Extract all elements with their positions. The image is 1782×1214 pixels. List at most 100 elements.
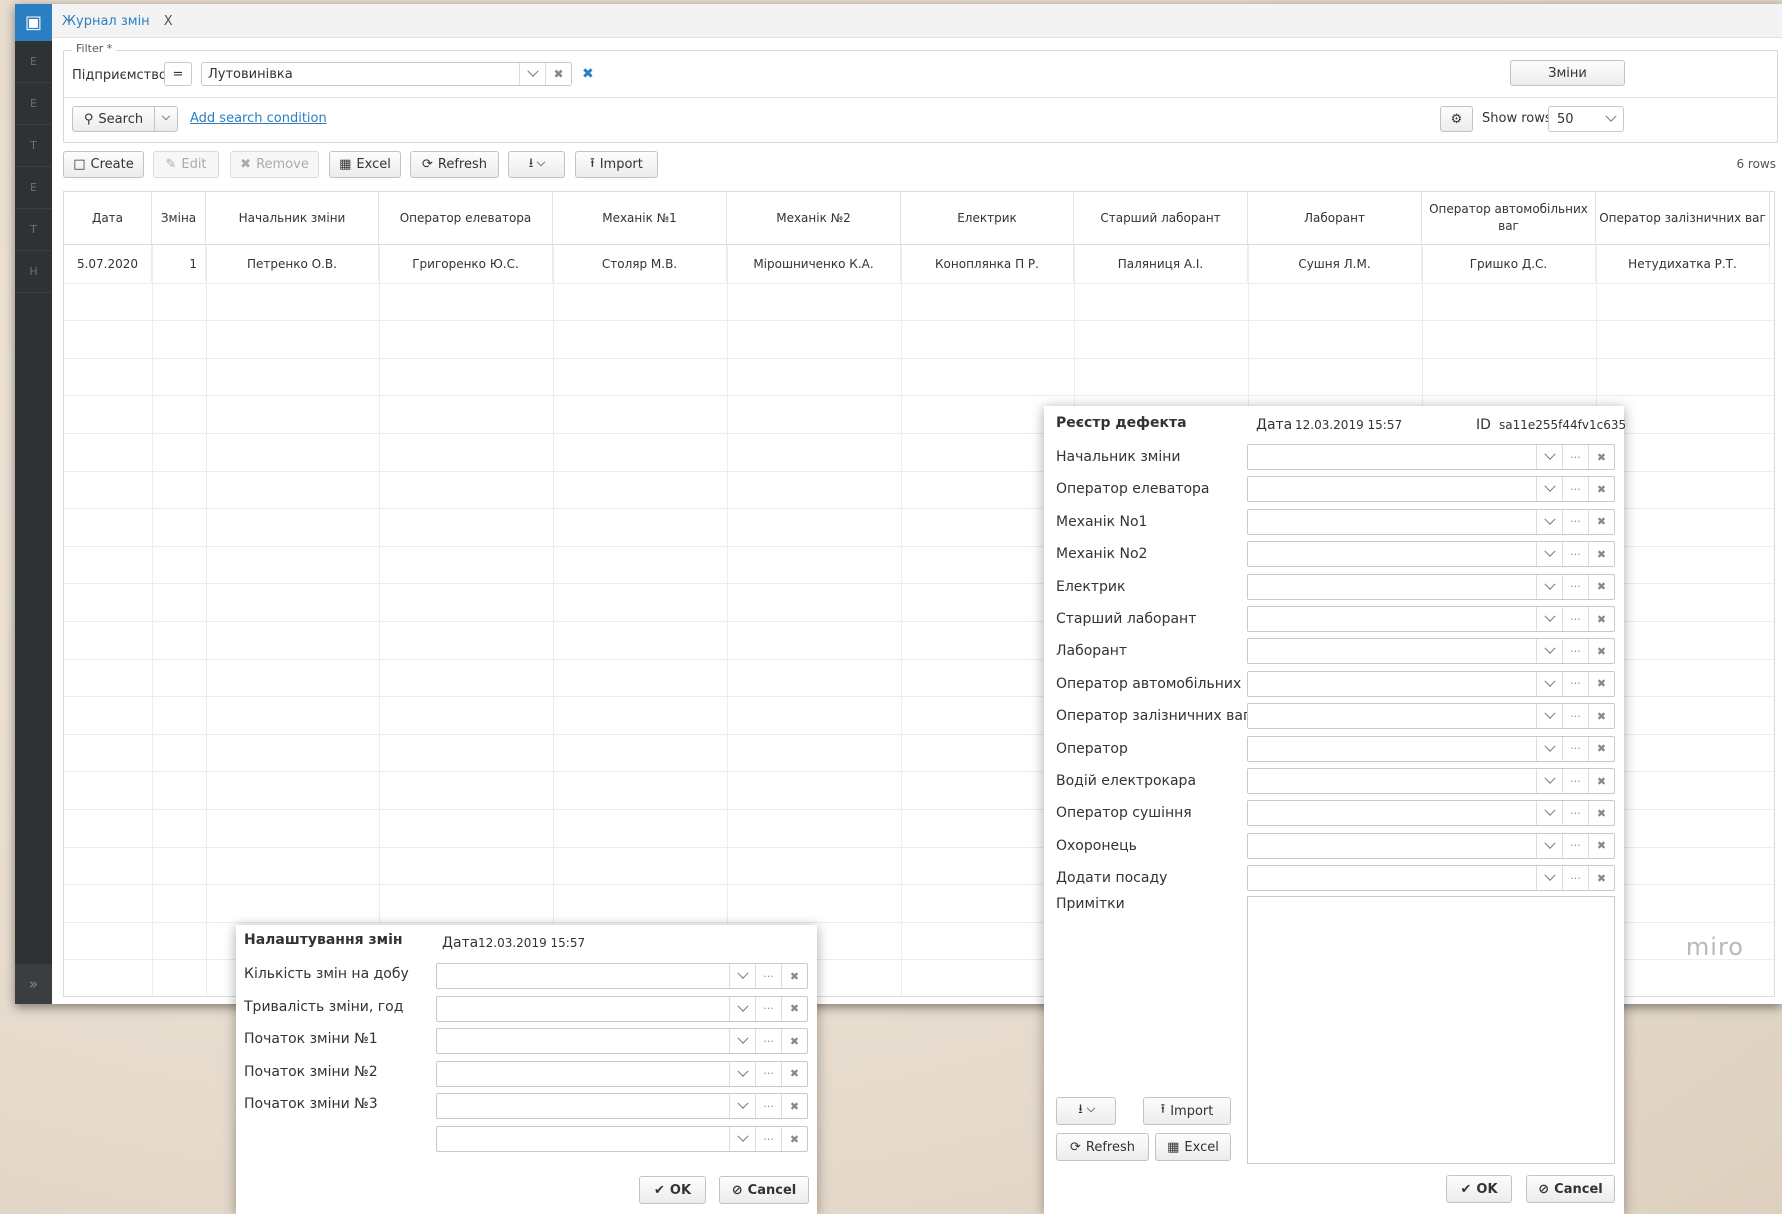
clear-icon[interactable]: ✖ [1588, 639, 1614, 664]
filter-operator-select[interactable]: = [164, 62, 192, 86]
more-icon[interactable]: ··· [1562, 833, 1588, 858]
chevron-down-icon[interactable] [1536, 607, 1562, 631]
clear-icon[interactable]: ✖ [1588, 509, 1614, 534]
sidebar-expand-icon[interactable]: » [15, 964, 52, 1004]
chevron-down-icon[interactable] [729, 964, 755, 988]
more-icon[interactable]: ··· [1562, 801, 1588, 826]
tab-shift-journal[interactable]: Журнал змін X [62, 4, 173, 38]
sidebar-item[interactable]: T [15, 125, 52, 167]
more-icon[interactable]: ··· [1562, 769, 1588, 793]
notes-textarea[interactable] [1247, 896, 1615, 1164]
lookup-field[interactable]: ··· ✖ [436, 1126, 808, 1152]
lookup-field[interactable]: ··· ✖ [1247, 800, 1615, 827]
lookup-field[interactable]: ··· ✖ [1247, 606, 1615, 632]
chevron-down-icon[interactable] [1536, 574, 1562, 599]
lookup-field[interactable]: ··· ✖ [436, 1028, 808, 1055]
excel-button[interactable]: ▦ Excel [329, 151, 401, 178]
more-icon[interactable]: ··· [1562, 671, 1588, 696]
lookup-field[interactable]: ··· ✖ [1247, 573, 1615, 600]
show-rows-select[interactable]: 50 [1548, 106, 1624, 132]
chevron-down-icon[interactable] [1536, 477, 1562, 502]
lookup-field[interactable]: ··· ✖ [1247, 703, 1615, 730]
sidebar-item[interactable]: E [15, 83, 52, 125]
sidebar-item[interactable]: H [15, 251, 52, 293]
lookup-field[interactable]: ··· ✖ [1247, 865, 1615, 892]
more-icon[interactable]: ··· [1562, 509, 1588, 534]
clear-icon[interactable]: ✖ [1588, 736, 1614, 761]
more-icon[interactable]: ··· [755, 1094, 781, 1119]
sidebar-item[interactable]: T [15, 209, 52, 251]
lookup-field[interactable]: ··· ✖ [436, 995, 808, 1022]
clear-icon[interactable]: ✖ [1588, 607, 1614, 631]
chevron-down-icon[interactable] [729, 1061, 755, 1086]
column-header[interactable]: Зміна [152, 192, 206, 245]
more-icon[interactable]: ··· [755, 964, 781, 988]
column-header[interactable]: Оператор автомобільних ваг [1422, 192, 1596, 245]
more-icon[interactable]: ··· [1562, 639, 1588, 664]
clear-icon[interactable]: ✖ [1588, 574, 1614, 599]
more-icon[interactable]: ··· [1562, 542, 1588, 567]
clear-icon[interactable]: ✖ [1588, 704, 1614, 729]
clear-icon[interactable]: ✖ [781, 964, 807, 988]
lookup-field[interactable]: ··· ✖ [1247, 508, 1615, 535]
add-search-condition-link[interactable]: Add search condition [190, 111, 327, 126]
column-header[interactable]: Електрик [901, 192, 1074, 245]
more-icon[interactable]: ··· [755, 1061, 781, 1086]
column-header[interactable]: Старший лаборант [1074, 192, 1248, 245]
more-icon[interactable]: ··· [1562, 866, 1588, 891]
refresh-button[interactable]: ⟳ Refresh [410, 151, 499, 178]
clear-icon[interactable]: ✖ [1588, 866, 1614, 891]
remove-condition-icon[interactable]: ✖ [582, 66, 594, 82]
column-header[interactable]: Механік №2 [727, 192, 901, 245]
clear-icon[interactable]: ✖ [1588, 671, 1614, 696]
ok-button[interactable]: ✔ OK [1446, 1175, 1512, 1203]
chevron-down-icon[interactable] [1536, 445, 1562, 469]
chevron-down-icon[interactable] [519, 63, 545, 85]
cancel-button[interactable]: ⊘ Cancel [719, 1176, 809, 1204]
column-header[interactable]: Дата [64, 192, 152, 245]
lookup-field[interactable]: ··· ✖ [1247, 476, 1615, 503]
remove-button[interactable]: ✖ Remove [230, 151, 319, 178]
table-row[interactable]: 5.07.2020 1 Петренко О.В. Григоренко Ю.С. Ст… [64, 245, 1774, 283]
clear-icon[interactable]: ✖ [781, 996, 807, 1021]
clear-icon[interactable]: ✖ [1588, 477, 1614, 502]
lookup-field[interactable]: ··· ✖ [436, 963, 808, 989]
chevron-down-icon[interactable] [1536, 671, 1562, 696]
clear-icon[interactable]: ✖ [1588, 833, 1614, 858]
lookup-field[interactable]: ··· ✖ [1247, 541, 1615, 568]
lookup-field[interactable]: ··· ✖ [1247, 832, 1615, 859]
more-icon[interactable]: ··· [1562, 736, 1588, 761]
clear-icon[interactable]: ✖ [1588, 801, 1614, 826]
sidebar-item[interactable]: E [15, 167, 52, 209]
chevron-down-icon[interactable] [1536, 833, 1562, 858]
lookup-field[interactable]: ··· ✖ [1247, 444, 1615, 470]
create-button[interactable]: □ Create [63, 151, 144, 178]
download-dropdown-button[interactable]: ⭳ [1056, 1097, 1116, 1125]
clear-icon[interactable]: ✖ [1588, 542, 1614, 567]
refresh-button[interactable]: ⟳ Refresh [1056, 1133, 1149, 1161]
chevron-down-icon[interactable] [1536, 769, 1562, 793]
chevron-down-icon[interactable] [1536, 801, 1562, 826]
chevron-down-icon[interactable] [1536, 866, 1562, 891]
lookup-field[interactable]: ··· ✖ [1247, 768, 1615, 794]
clear-icon[interactable]: ✖ [545, 63, 571, 85]
chevron-down-icon[interactable] [1536, 736, 1562, 761]
clear-icon[interactable]: ✖ [781, 1029, 807, 1054]
search-options-dropdown[interactable] [154, 106, 178, 132]
column-header[interactable]: Оператор елеватора [379, 192, 553, 245]
search-button[interactable]: ⚲ Search [72, 106, 155, 132]
chevron-down-icon[interactable] [1536, 704, 1562, 729]
chevron-down-icon[interactable] [729, 1029, 755, 1054]
tab-close-icon[interactable]: X [164, 14, 173, 29]
app-logo-icon[interactable]: ▣ [15, 4, 52, 41]
chevron-down-icon[interactable] [1536, 639, 1562, 664]
chevron-down-icon[interactable] [729, 1127, 755, 1151]
more-icon[interactable]: ··· [755, 1127, 781, 1151]
changes-button[interactable]: Зміни [1510, 60, 1625, 86]
import-button[interactable]: ⭱ Import [575, 151, 658, 178]
chevron-down-icon[interactable] [729, 1094, 755, 1119]
lookup-field[interactable]: ··· ✖ [436, 1093, 808, 1120]
clear-icon[interactable]: ✖ [1588, 769, 1614, 793]
cancel-button[interactable]: ⊘ Cancel [1526, 1175, 1615, 1203]
more-icon[interactable]: ··· [755, 996, 781, 1021]
